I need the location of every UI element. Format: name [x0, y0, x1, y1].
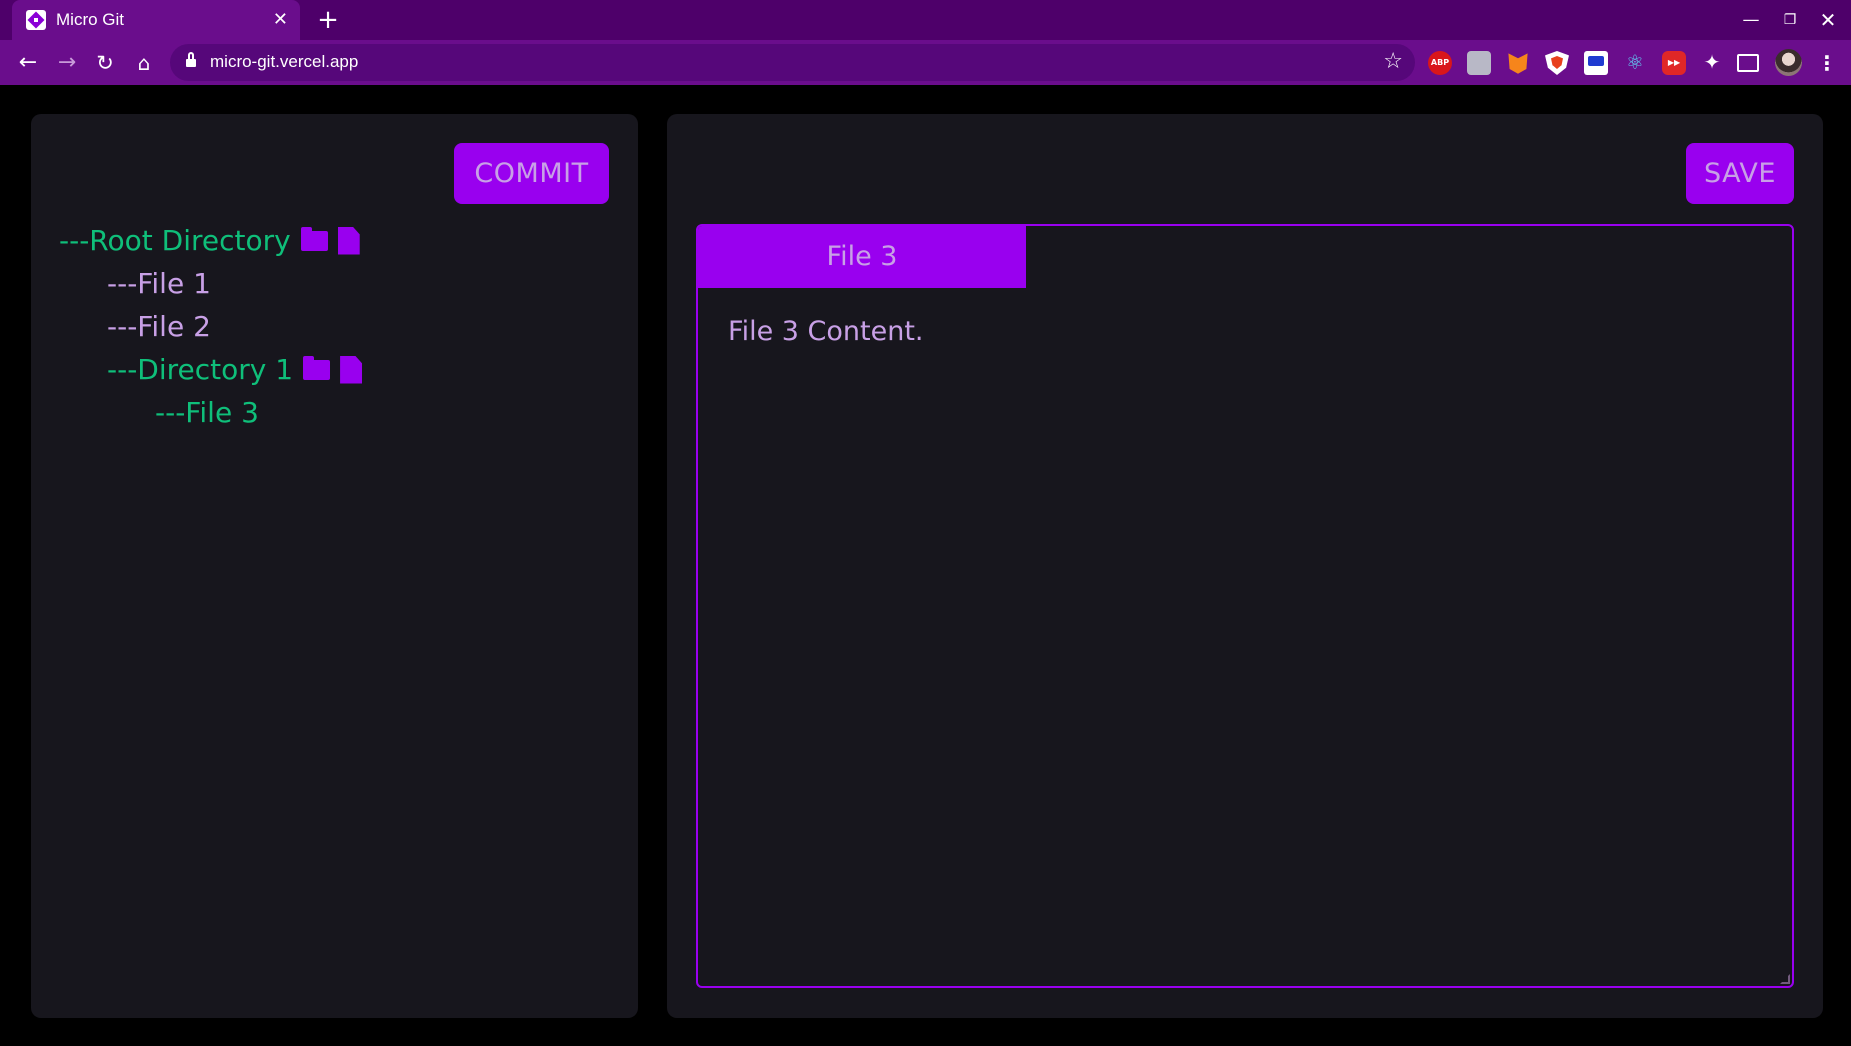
tree-item-directory-1[interactable]: ---Directory 1 [107, 353, 363, 386]
micro-git-favicon-icon [26, 10, 46, 30]
tree-item-file-1[interactable]: ---File 1 [107, 267, 211, 300]
tree-item-label[interactable]: ---File 2 [107, 310, 211, 343]
tree-item-label[interactable]: ---File 3 [155, 396, 259, 429]
adblock-plus-icon[interactable]: ABP [1428, 51, 1452, 75]
forward-arrow-icon[interactable]: → [52, 48, 82, 78]
tree-item-label[interactable]: ---Root Directory [59, 224, 291, 257]
camera-icon[interactable] [1467, 51, 1491, 75]
reload-icon[interactable]: ↻ [90, 48, 120, 78]
browser-menu-icon[interactable]: ⋮ [1817, 48, 1837, 78]
new-folder-icon[interactable] [300, 226, 328, 251]
window-minimize-button[interactable]: — [1736, 6, 1766, 34]
react-devtools-icon[interactable]: ⚛ [1623, 51, 1647, 75]
tree-item-label[interactable]: ---Directory 1 [107, 353, 293, 386]
new-file-icon[interactable] [337, 226, 360, 255]
lock-icon[interactable] [186, 52, 196, 68]
address-bar[interactable]: micro-git.vercel.app ☆ [170, 44, 1415, 81]
tab-close-icon[interactable]: ✕ [273, 11, 288, 29]
editor-box: File 3 File 3 Content. [696, 224, 1794, 988]
commit-button[interactable]: COMMIT [454, 143, 609, 204]
bookmark-star-icon[interactable]: ☆ [1383, 49, 1403, 74]
tree-item-file-2[interactable]: ---File 2 [107, 310, 211, 343]
file-tree-panel: COMMIT ---Root Directory ---File 1 ---Fi… [31, 114, 638, 1018]
browser-tab-bar: Micro Git ✕ + — ❐ ✕ [0, 0, 1851, 40]
tree-item-label[interactable]: ---File 1 [107, 267, 211, 300]
app-viewport: COMMIT ---Root Directory ---File 1 ---Fi… [0, 85, 1851, 1046]
browser-toolbar: ← → ↻ ⌂ micro-git.vercel.app ☆ ABP ⚛ ▶▶ … [0, 40, 1851, 85]
metamask-fox-icon[interactable] [1508, 53, 1528, 74]
cast-icon[interactable] [1737, 54, 1759, 72]
resize-grip-icon[interactable] [1780, 974, 1790, 984]
save-button[interactable]: SAVE [1686, 143, 1794, 204]
new-file-icon[interactable] [340, 355, 363, 384]
new-folder-icon[interactable] [303, 355, 331, 380]
editor-file-tab[interactable]: File 3 [698, 226, 1026, 288]
home-icon[interactable]: ⌂ [129, 48, 159, 78]
profile-avatar[interactable] [1775, 49, 1802, 76]
file-content-editor[interactable]: File 3 Content. [728, 316, 1758, 956]
tree-item-root-directory[interactable]: ---Root Directory [59, 224, 360, 257]
shield-icon[interactable] [1545, 51, 1569, 75]
back-arrow-icon[interactable]: ← [13, 48, 43, 78]
extensions-puzzle-icon[interactable]: ✦ [1700, 51, 1724, 75]
browser-tab[interactable]: Micro Git ✕ [12, 0, 300, 40]
tree-item-file-3[interactable]: ---File 3 [155, 396, 259, 429]
editor-panel: SAVE File 3 File 3 Content. [667, 114, 1823, 1018]
window-restore-button[interactable]: ❐ [1775, 6, 1805, 34]
youtube-icon[interactable]: ▶▶ [1662, 51, 1686, 75]
screen-icon[interactable] [1584, 51, 1608, 75]
tab-title: Micro Git [56, 10, 124, 29]
new-tab-button[interactable]: + [314, 6, 342, 34]
window-close-button[interactable]: ✕ [1813, 6, 1843, 34]
url-text[interactable]: micro-git.vercel.app [210, 52, 358, 72]
